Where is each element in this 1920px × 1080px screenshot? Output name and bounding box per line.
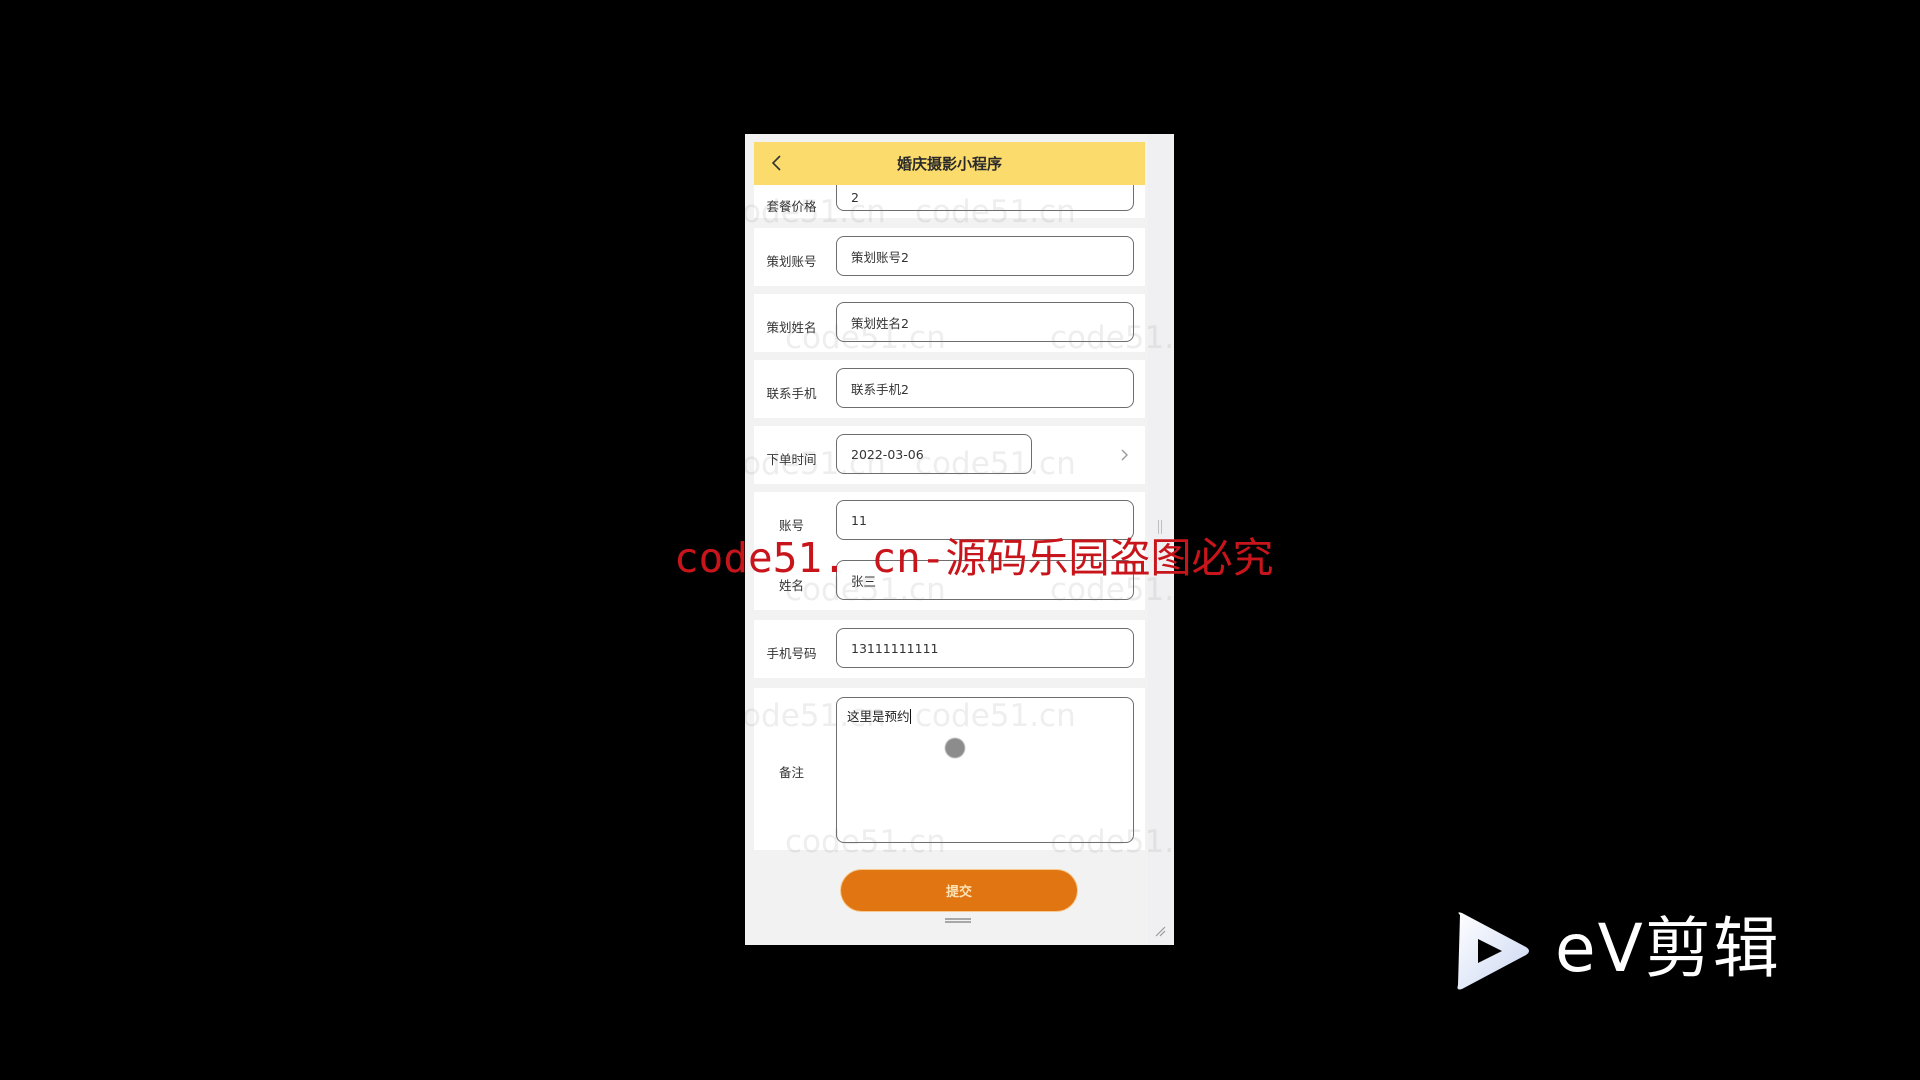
touch-pointer-indicator [945,738,965,758]
play-icon [1457,912,1529,990]
page-title: 婚庆摄影小程序 [896,155,1002,173]
field-label: 手机号码 [766,646,817,661]
form-row-mobile: 手机号码 [754,620,1145,678]
package-price-input[interactable] [836,185,1134,211]
resize-grip-icon[interactable] [1154,925,1166,937]
planner-account-input[interactable] [836,236,1134,276]
remark-text: 这里是预约 [847,709,910,724]
form-row-remark: 备注 这里是预约 [754,688,1145,850]
field-label: 策划账号 [766,254,817,269]
field-label: 备注 [778,765,804,780]
order-time-picker[interactable] [836,434,1032,474]
form-row-planner-name: 策划姓名 [754,294,1145,352]
mobile-input[interactable] [836,628,1134,668]
ev-logo: eV剪辑 [1450,905,1830,995]
field-label: 下单时间 [766,452,817,467]
field-label: 联系手机 [766,386,817,401]
field-label: 套餐价格 [766,199,817,214]
ev-logo-text: eV剪辑 [1555,910,1781,987]
contact-phone-input[interactable] [836,368,1134,408]
form-row-contact-phone: 联系手机 [754,360,1145,418]
chevron-right-icon[interactable] [1119,447,1131,463]
form-row-planner-account: 策划账号 [754,228,1145,286]
copyright-watermark: code51. cn-源码乐园盗图必究 [674,534,1274,582]
form-row-order-time: 下单时间 [754,426,1145,484]
field-label: 策划姓名 [766,320,817,335]
app-header: 婚庆摄影小程序 [754,142,1145,185]
submit-button[interactable]: 提交 [841,870,1077,911]
remark-textarea[interactable]: 这里是预约 [836,697,1134,843]
drag-handle[interactable] [945,918,971,923]
text-caret [909,709,911,724]
planner-name-input[interactable] [836,302,1134,342]
